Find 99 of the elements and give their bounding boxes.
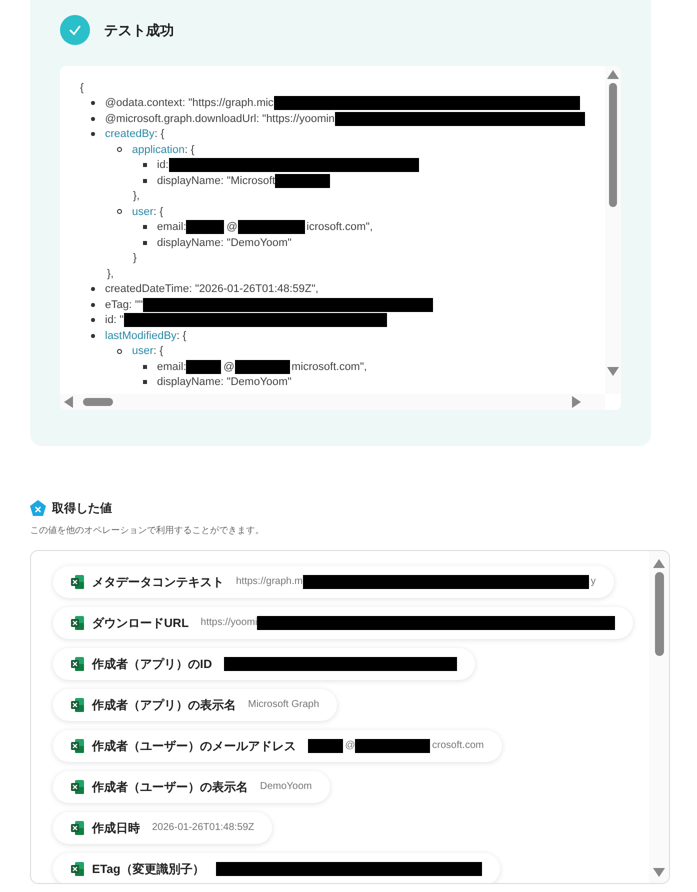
section-title: 取得した値	[52, 500, 112, 517]
value-text: 2026-01-26T01:48:59Z	[152, 821, 254, 835]
bullet-icon	[117, 147, 122, 152]
value-text: @	[225, 220, 238, 235]
value-text: https://yoomi	[200, 616, 258, 630]
value-text: eTag: ""	[105, 298, 143, 312]
value-text: icrosoft.com",	[306, 220, 373, 235]
value-text: @odata.context: "https://graph.mic	[105, 96, 274, 111]
value-text: email:	[157, 360, 186, 374]
object-key: user	[132, 343, 154, 360]
scroll-up-icon[interactable]	[653, 558, 665, 568]
brace-text: },	[107, 266, 114, 282]
bullet-icon	[91, 132, 95, 136]
value-chip[interactable]: 作成者（ユーザー）の表示名 DemoYoom	[53, 770, 330, 802]
value-label: 作成者（アプリ）のID	[92, 656, 212, 672]
spreadsheet-icon	[71, 738, 84, 752]
value-text: @microsoft.graph.downloadUrl: "https://yoomin	[105, 112, 335, 126]
value-text: id:	[157, 158, 169, 173]
bullet-icon	[143, 364, 147, 369]
value-text: email:	[157, 220, 186, 235]
value-text: createdDateTime: "2026-01-26T01:48:59Z",	[105, 282, 318, 297]
value-text: displayName: "DemoYoom"	[157, 236, 292, 250]
object-key: user	[132, 204, 154, 220]
brace-text: }	[133, 251, 137, 266]
value-label: ETag（変更識別子）	[92, 860, 204, 878]
scroll-down-icon[interactable]	[653, 868, 665, 876]
value-text: Microsoft Graph	[248, 698, 320, 712]
check-icon	[60, 15, 90, 45]
scroll-thumb[interactable]	[83, 398, 113, 406]
spreadsheet-icon	[71, 820, 84, 834]
value-label: 作成者（アプリ）の表示名	[92, 696, 236, 714]
object-key: createdBy	[105, 126, 155, 142]
value-text: displayName: "DemoYoom"	[157, 375, 292, 390]
value-chip[interactable]: メタデータコンテキスト https://graph.m y	[53, 566, 614, 598]
brace-text: : {	[154, 127, 164, 142]
bullet-icon	[117, 209, 122, 214]
bullet-icon	[91, 334, 95, 338]
bullet-icon	[91, 116, 95, 121]
value-chip[interactable]: ダウンロードURL https://yoomi	[53, 606, 634, 638]
spreadsheet-icon	[71, 574, 84, 588]
value-text: @	[222, 360, 235, 374]
scroll-thumb[interactable]	[609, 83, 617, 207]
spreadsheet-icon	[71, 698, 84, 712]
brace-text: : {	[184, 142, 194, 158]
vertical-scrollbar[interactable]	[649, 550, 669, 882]
bullet-icon	[143, 163, 147, 168]
bullet-icon	[91, 302, 95, 307]
scroll-up-icon[interactable]	[607, 70, 619, 79]
horizontal-scrollbar[interactable]	[60, 394, 605, 410]
value-text: https://graph.m	[236, 575, 303, 589]
value-label: ダウンロードURL	[92, 614, 189, 632]
pentagon-icon	[30, 500, 46, 516]
scroll-left-icon[interactable]	[64, 396, 73, 408]
spreadsheet-icon	[71, 656, 84, 670]
bullet-icon	[91, 318, 95, 322]
bullet-icon	[91, 287, 95, 292]
value-label: メタデータコンテキスト	[92, 574, 224, 590]
value-label: 作成日時	[92, 820, 140, 836]
bullet-icon	[143, 225, 147, 230]
bullet-icon	[143, 240, 147, 245]
scroll-right-icon[interactable]	[572, 396, 581, 408]
brace-text: : {	[153, 204, 164, 220]
object-key: application	[132, 142, 185, 158]
value-text: crosoft.com	[431, 739, 484, 753]
bullet-icon	[143, 178, 147, 183]
spreadsheet-icon	[71, 616, 84, 630]
bullet-icon	[91, 101, 95, 106]
redaction-bar	[186, 360, 222, 374]
value-label: 作成者（ユーザー）の表示名	[92, 778, 248, 796]
redaction-bar	[234, 360, 290, 374]
value-chip[interactable]: 作成日時 2026-01-26T01:48:59Z	[53, 812, 272, 844]
value-text: microsoft.com",	[290, 360, 367, 374]
value-text: id: "	[105, 313, 124, 328]
value-chip[interactable]: 作成者（ユーザー）のメールアドレス @ crosoft.com	[53, 730, 502, 762]
brace-text: : {	[153, 344, 164, 359]
brace-text: : {	[176, 328, 186, 344]
bullet-icon	[117, 348, 122, 354]
value-text: displayName: "Microsoft	[157, 174, 276, 188]
result-title: テスト成功	[104, 20, 174, 40]
value-text: @	[344, 739, 356, 753]
redaction-bar	[186, 220, 224, 234]
bullet-icon	[143, 380, 147, 384]
value-chip[interactable]: 作成者（アプリ）のID	[53, 648, 475, 680]
object-key: lastModifiedBy	[105, 328, 177, 344]
section-description: この値を他のオペレーションで利用することができます。	[30, 524, 265, 537]
spreadsheet-icon	[71, 862, 84, 876]
redaction-bar	[308, 738, 343, 752]
scroll-thumb[interactable]	[654, 572, 664, 656]
redaction-bar	[238, 220, 305, 234]
vertical-scrollbar[interactable]	[605, 66, 621, 394]
value-text: DemoYoom	[260, 780, 312, 794]
value-text: y	[590, 575, 596, 589]
value-chip[interactable]: 作成者（アプリ）の表示名 Microsoft Graph	[53, 688, 338, 720]
brace-text: {	[80, 82, 84, 94]
value-label: 作成者（ユーザー）のメールアドレス	[92, 738, 296, 754]
spreadsheet-icon	[71, 780, 84, 794]
brace-text: },	[133, 189, 140, 204]
scroll-down-icon[interactable]	[607, 367, 619, 376]
value-chip[interactable]: ETag（変更識別子）	[53, 852, 500, 882]
